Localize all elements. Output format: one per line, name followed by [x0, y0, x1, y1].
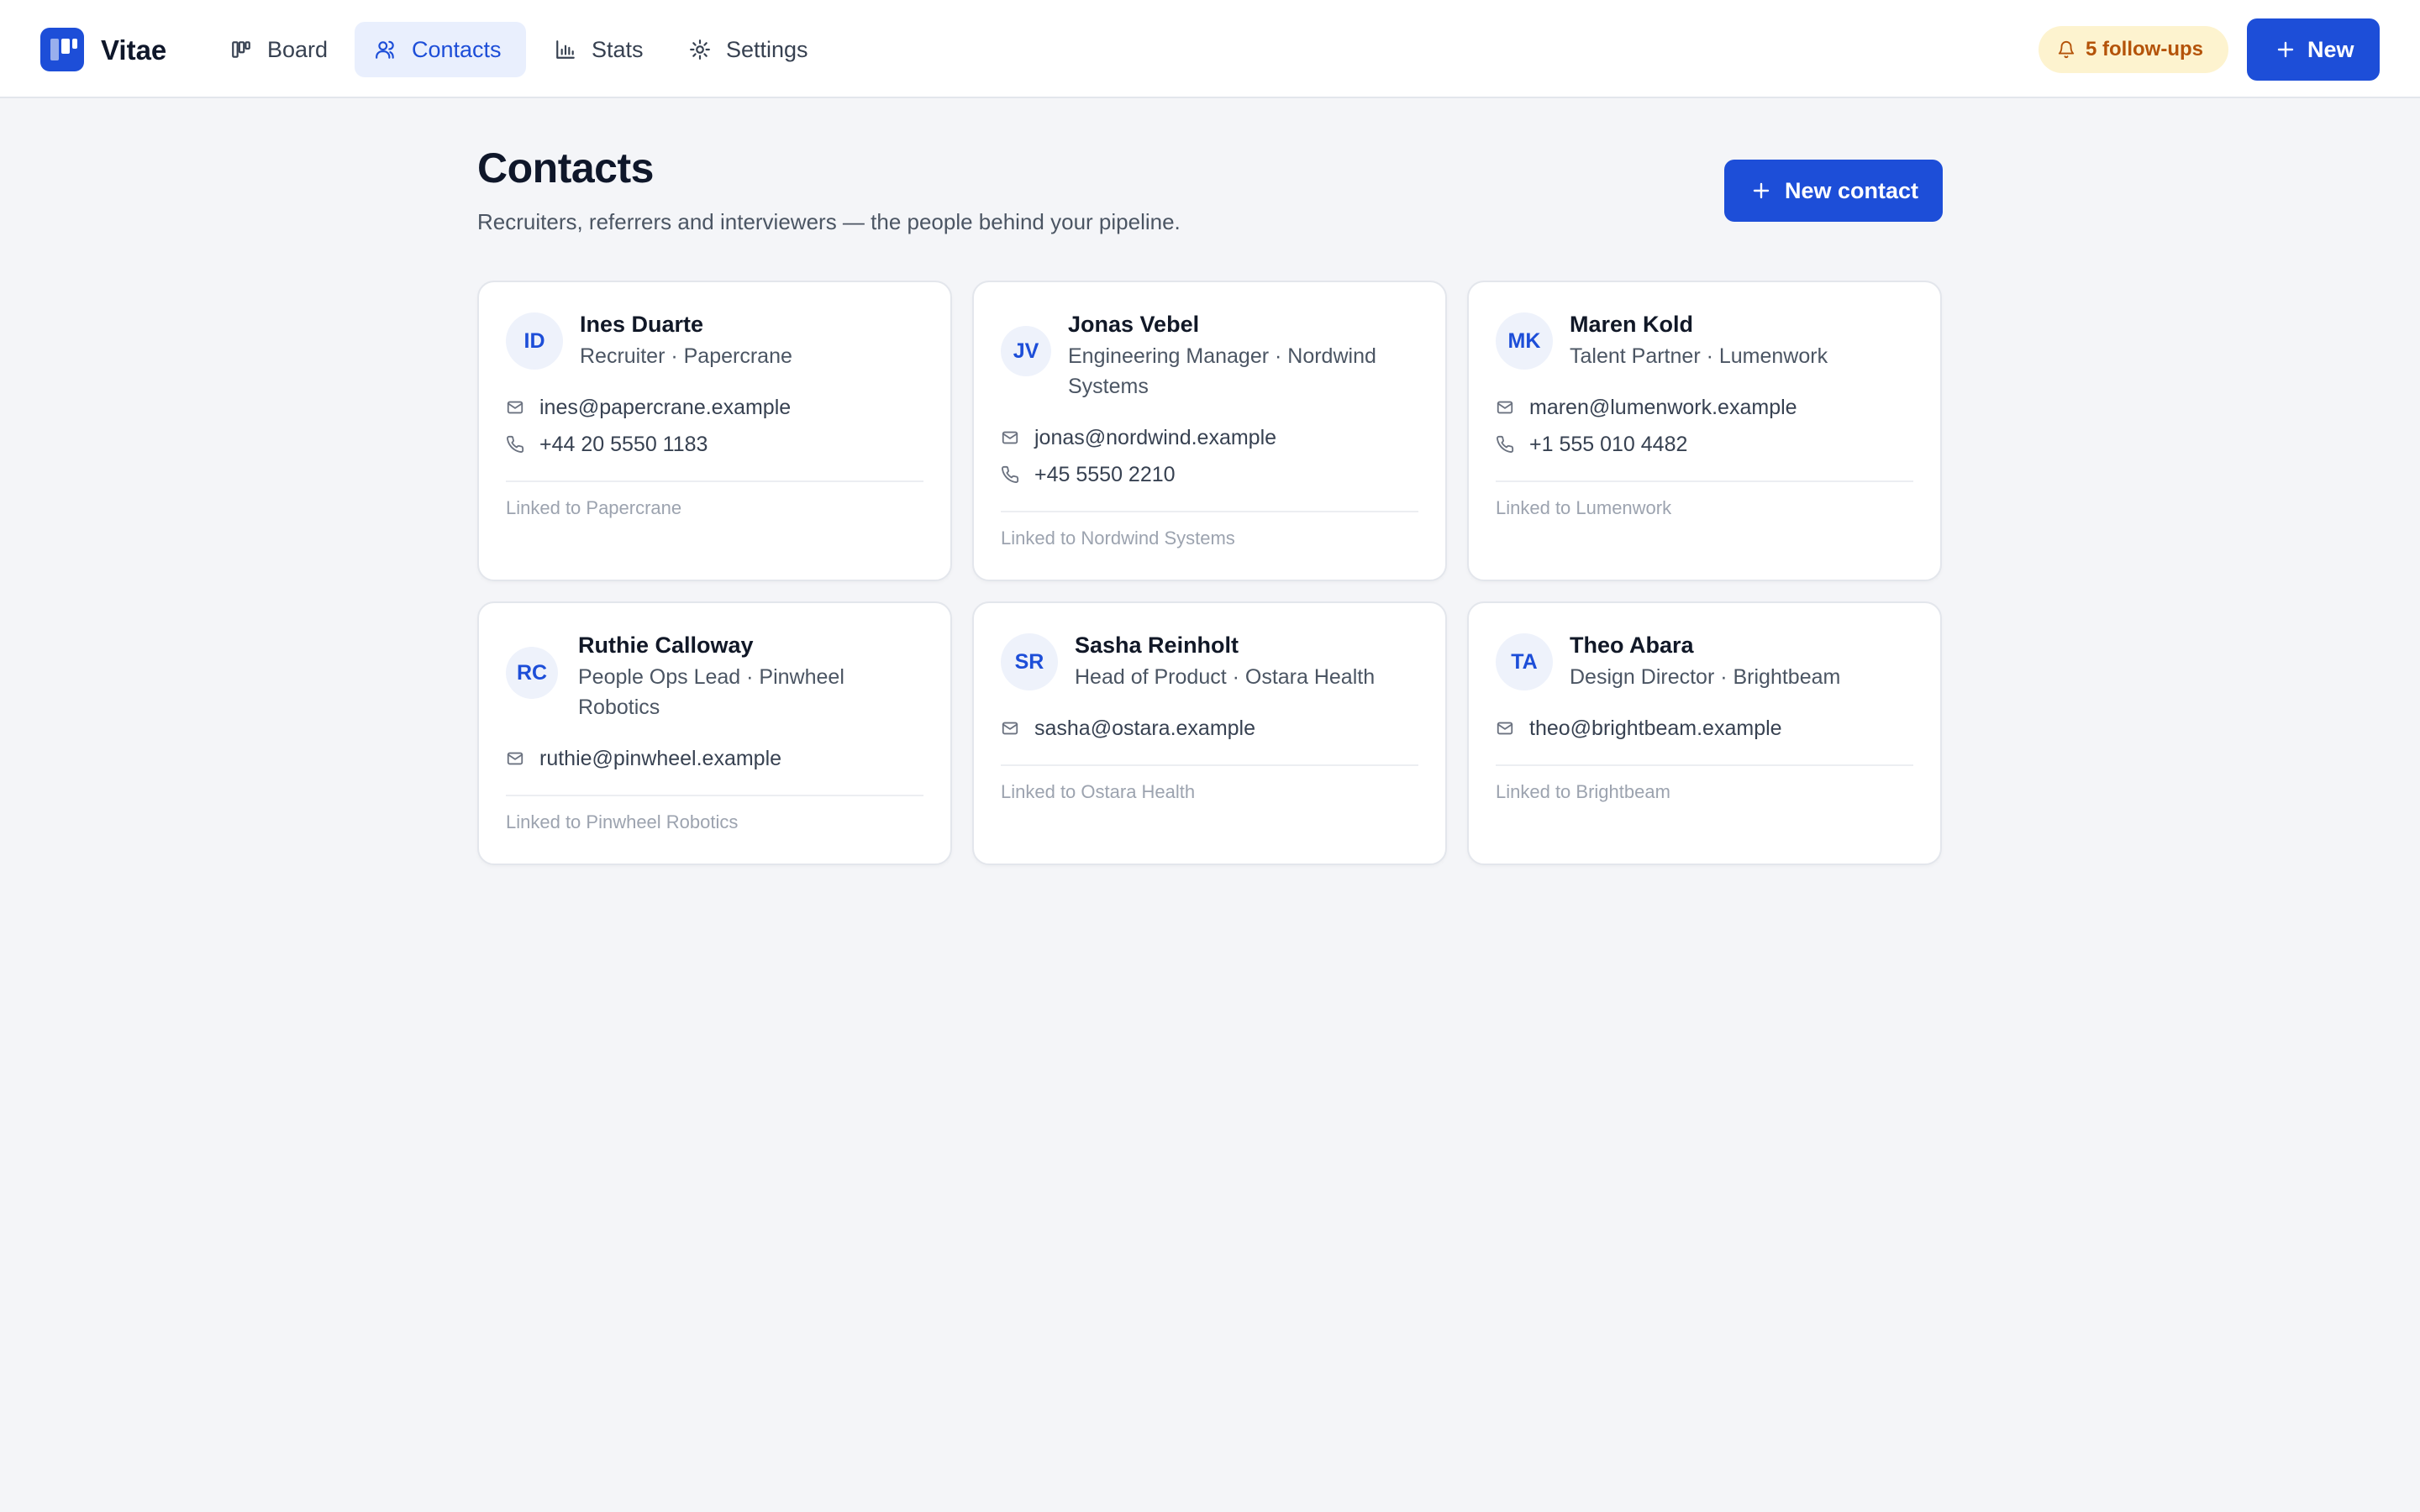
card-divider [506, 795, 923, 796]
app-name[interactable]: Vitae [101, 34, 166, 67]
contact-role: Recruiter · Papercrane [580, 344, 792, 368]
new-button[interactable]: New [2247, 18, 2380, 81]
contact-role: Head of Product · Ostara Health [1075, 665, 1376, 689]
contact-linked: Linked to Papercrane [506, 497, 682, 518]
contact-phone: +44 20 5550 1183 [539, 433, 708, 456]
gear-icon [690, 39, 710, 60]
nav-item-label: Contacts [412, 36, 502, 62]
avatar: ID [506, 312, 563, 370]
app-logo-icon[interactable] [40, 28, 84, 71]
mail-icon [1002, 431, 1018, 444]
nav-item-settings[interactable]: Settings [672, 22, 829, 77]
contact-email-row[interactable]: ruthie@pinwheel.example [506, 744, 781, 773]
contact-linked: Linked to Brightbeam [1496, 781, 1670, 802]
contact-email: theo@brightbeam.example [1529, 717, 1782, 740]
new-contact-button-label: New contact [1785, 177, 1919, 203]
contact-role: People Ops Lead · Pinwheel Robotics [578, 665, 844, 719]
contact-name[interactable]: Ines Duarte [580, 309, 703, 339]
avatar: SR [1001, 633, 1058, 690]
contact-email: sasha@ostara.example [1034, 717, 1256, 740]
mail-icon [507, 752, 523, 765]
contact-card[interactable]: MK Maren Kold Talent Partner · Lumenwork… [1467, 281, 1942, 581]
contact-linked: Linked to Pinwheel Robotics [506, 811, 739, 832]
contact-name[interactable]: Sasha Reinholt [1075, 630, 1239, 660]
contact-email-row[interactable]: maren@lumenwork.example [1496, 393, 1797, 422]
contact-card[interactable]: TA Theo Abara Design Director · Brightbe… [1467, 601, 1942, 865]
contact-phone: +45 5550 2210 [1034, 463, 1176, 486]
contact-email: maren@lumenwork.example [1529, 396, 1797, 419]
contact-email: ines@papercrane.example [539, 396, 792, 419]
contact-email: ruthie@pinwheel.example [539, 747, 782, 770]
new-button-label: New [2307, 36, 2354, 62]
contact-role: Talent Partner · Lumenwork [1570, 344, 1828, 368]
contact-linked: Linked to Nordwind Systems [1001, 528, 1235, 549]
contact-phone-row[interactable]: +44 20 5550 1183 [506, 430, 708, 459]
nav-item-label: Board [267, 36, 329, 62]
plus-icon [2277, 41, 2294, 58]
contact-name[interactable]: Maren Kold [1570, 309, 1693, 339]
mail-icon [1002, 722, 1018, 735]
avatar: RC [506, 647, 558, 699]
avatar: JV [1001, 326, 1051, 376]
top-bar: Vitae Board Contacts Stats Settings 5 fo… [0, 0, 2420, 98]
nav-item-board[interactable]: Board [215, 22, 341, 77]
contact-linked: Linked to Lumenwork [1496, 497, 1672, 518]
contact-email-row[interactable]: ines@papercrane.example [506, 393, 791, 422]
bar-chart-icon [556, 40, 575, 59]
card-divider [1001, 511, 1418, 512]
contact-name[interactable]: Ruthie Calloway [578, 630, 754, 660]
mail-icon [1497, 722, 1513, 735]
contact-linked: Linked to Ostara Health [1001, 781, 1196, 802]
new-contact-button[interactable]: New contact [1724, 160, 1943, 222]
contact-card[interactable]: RC Ruthie Calloway People Ops Lead · Pin… [477, 601, 952, 865]
card-divider [506, 480, 923, 482]
avatar: TA [1496, 633, 1553, 690]
mail-icon [1497, 401, 1513, 414]
contact-email-row[interactable]: jonas@nordwind.example [1001, 423, 1276, 452]
phone-icon [1002, 465, 1019, 483]
contact-name[interactable]: Theo Abara [1570, 630, 1694, 660]
followups-badge[interactable]: 5 follow-ups [2039, 26, 2228, 73]
users-icon [376, 40, 394, 59]
contact-email-row[interactable]: theo@brightbeam.example [1496, 714, 1782, 743]
plus-icon [1753, 182, 1770, 199]
contact-role: Engineering Manager · Nordwind Systems [1068, 344, 1376, 398]
card-divider [1496, 764, 1913, 766]
contact-card[interactable]: JV Jonas Vebel Engineering Manager · Nor… [972, 281, 1447, 581]
contact-email: jonas@nordwind.example [1034, 426, 1277, 449]
card-divider [1496, 480, 1913, 482]
contact-role: Design Director · Brightbeam [1570, 665, 1841, 689]
nav-item-contacts[interactable]: Contacts [355, 22, 526, 77]
card-divider [1001, 764, 1418, 766]
page-subtitle: Recruiters, referrers and interviewers —… [477, 209, 1181, 234]
board-icon [232, 41, 250, 58]
contact-phone: +1 555 010 4482 [1529, 433, 1688, 456]
nav-item-label: Settings [726, 36, 808, 62]
contact-email-row[interactable]: sasha@ostara.example [1001, 714, 1255, 743]
nav-item-label: Stats [592, 36, 644, 62]
phone-icon [1497, 435, 1514, 453]
contact-card[interactable]: ID Ines Duarte Recruiter · Papercrane in… [477, 281, 952, 581]
phone-icon [507, 435, 524, 453]
avatar: MK [1496, 312, 1553, 370]
contact-card[interactable]: SR Sasha Reinholt Head of Product · Osta… [972, 601, 1447, 865]
mail-icon [507, 401, 523, 414]
contact-name[interactable]: Jonas Vebel [1068, 309, 1199, 339]
followups-label: 5 follow-ups [2086, 38, 2203, 60]
bell-icon [2058, 41, 2075, 59]
nav-item-stats[interactable]: Stats [538, 22, 660, 77]
page-title: Contacts [477, 144, 654, 192]
contact-phone-row[interactable]: +1 555 010 4482 [1496, 430, 1687, 459]
contact-phone-row[interactable]: +45 5550 2210 [1001, 460, 1176, 489]
